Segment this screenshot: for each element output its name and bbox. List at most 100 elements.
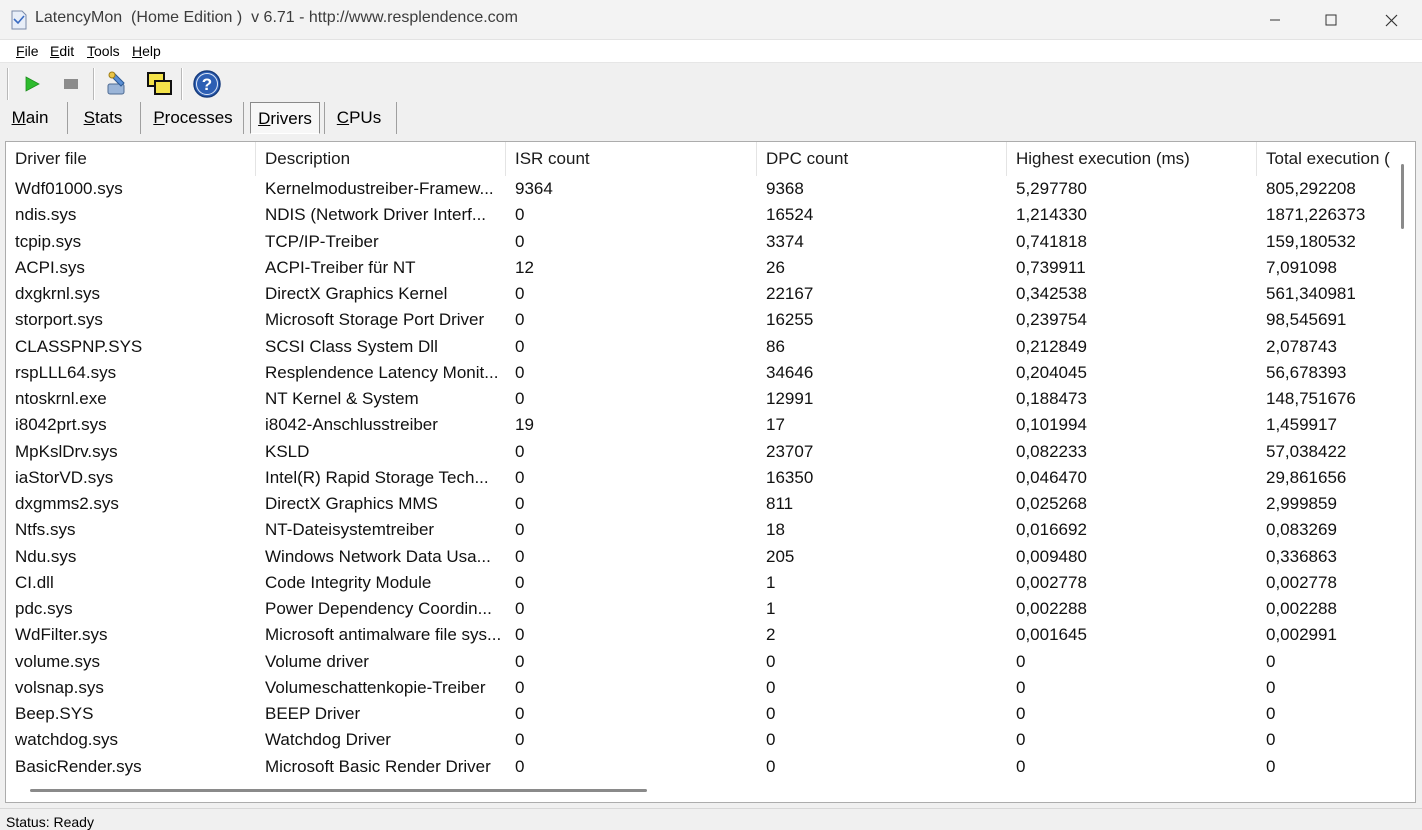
table-row[interactable]: volume.sys Volume driver 0 0 0 0 <box>6 649 1393 675</box>
table-cell: 0 <box>515 494 525 513</box>
tab-main[interactable]: Main <box>2 102 58 134</box>
menu-edit[interactable]: Edit <box>50 43 74 59</box>
table-cell: ACPI-Treiber für NT <box>265 257 416 277</box>
table-cell: 2 <box>766 625 776 645</box>
table-cell: 18 <box>766 520 785 540</box>
column-header-total-execution[interactable]: Total execution ( <box>1257 142 1393 176</box>
drivers-table: Driver file Description ISR count DPC co… <box>6 142 1393 778</box>
table-cell: watchdog.sys <box>15 730 118 750</box>
table-row[interactable]: rspLLL64.sys Resplendence Latency Monit..… <box>6 360 1393 386</box>
table-cell: 5,297780 <box>1016 179 1087 198</box>
table-cell: 0 <box>515 389 525 408</box>
menu-tools[interactable]: Tools <box>87 43 120 59</box>
toolbar-separator <box>93 68 95 100</box>
table-cell: 0,741818 <box>1016 231 1087 251</box>
table-cell: 2,078743 <box>1266 336 1337 356</box>
tab-cpus[interactable]: CPUs <box>330 102 388 134</box>
table-row[interactable]: storport.sys Microsoft Storage Port Drive… <box>6 307 1393 333</box>
start-button[interactable] <box>16 68 48 100</box>
close-button[interactable] <box>1362 0 1420 40</box>
table-row[interactable]: dxgmms2.sys DirectX Graphics MMS 0 811 0,025… <box>6 491 1393 517</box>
tab-processes[interactable]: Processes <box>146 102 240 134</box>
table-row[interactable]: ntoskrnl.exe NT Kernel & System 0 12991 0,18… <box>6 386 1393 412</box>
table-row[interactable]: Ndu.sys Windows Network Data Usa... 0 205 0,… <box>6 544 1393 570</box>
table-row[interactable]: WdFilter.sys Microsoft antimalware file s… <box>6 622 1393 648</box>
tab-main-accel: M <box>11 108 26 127</box>
minimize-button[interactable] <box>1246 0 1304 40</box>
table-cell: 0,212849 <box>1016 336 1087 356</box>
table-cell: 0,025268 <box>1016 494 1087 513</box>
table-row[interactable]: Wdf01000.sys Kernelmodustreiber-Framew...… <box>6 176 1393 202</box>
table-cell: 1,214330 <box>1016 205 1087 225</box>
column-header-driver-file[interactable]: Driver file <box>6 142 256 176</box>
table-row[interactable]: tcpip.sys TCP/IP-Treiber 0 3374 0,741818 159,… <box>6 229 1393 255</box>
help-button[interactable]: ? <box>191 68 223 100</box>
table-row[interactable]: pdc.sys Power Dependency Coordin... 0 1 0,00… <box>6 596 1393 622</box>
probe-button[interactable] <box>102 68 134 100</box>
table-row[interactable]: dxgkrnl.sys DirectX Graphics Kernel 0 22167… <box>6 281 1393 307</box>
table-cell: MpKslDrv.sys <box>15 441 118 461</box>
table-cell: 0 <box>515 284 525 303</box>
tab-stats-accel: S <box>83 108 95 127</box>
table-row[interactable]: BasicRender.sys Microsoft Basic Render Dr… <box>6 754 1393 779</box>
table-cell: 57,038422 <box>1266 441 1347 461</box>
tab-processes-accel: P <box>153 108 165 127</box>
maximize-button[interactable] <box>1302 0 1360 40</box>
stop-button[interactable] <box>55 68 87 100</box>
table-cell: 0,046470 <box>1016 467 1087 487</box>
table-cell: 98,545691 <box>1266 310 1347 330</box>
table-cell: 0,336863 <box>1266 546 1337 566</box>
table-row[interactable]: iaStorVD.sys Intel(R) Rapid Storage Tech.… <box>6 465 1393 491</box>
table-cell: Microsoft antimalware file sys... <box>265 625 502 645</box>
status-bar: Status: Ready <box>0 808 1422 830</box>
tab-main-label: ain <box>25 108 49 127</box>
horizontal-scroll-thumb[interactable] <box>30 789 647 792</box>
menu-file[interactable]: File <box>16 43 39 59</box>
maximize-icon <box>1325 14 1337 26</box>
table-cell: 0 <box>766 677 776 697</box>
table-row[interactable]: ndis.sys NDIS (Network Driver Interf... 0 1… <box>6 202 1393 228</box>
table-cell: pdc.sys <box>15 599 73 618</box>
vertical-scroll-thumb[interactable] <box>1401 164 1404 229</box>
tab-stats[interactable]: Stats <box>73 102 133 134</box>
table-cell: Power Dependency Coordin... <box>265 599 492 618</box>
table-cell: 0 <box>515 336 525 356</box>
table-row[interactable]: MpKslDrv.sys KSLD 0 23707 0,082233 57,038422 <box>6 439 1393 465</box>
table-cell: 22167 <box>766 284 814 303</box>
table-cell: Kernelmodustreiber-Framew... <box>265 179 494 198</box>
table-row[interactable]: Beep.SYS BEEP Driver 0 0 0 0 <box>6 701 1393 727</box>
table-row[interactable]: Ntfs.sys NT-Dateisystemtreiber 0 18 0,016692… <box>6 517 1393 543</box>
windows-button[interactable] <box>143 68 175 100</box>
table-cell: 0,188473 <box>1016 389 1087 408</box>
table-cell: volsnap.sys <box>15 677 104 697</box>
column-header-description[interactable]: Description <box>256 142 506 176</box>
table-row[interactable]: ACPI.sys ACPI-Treiber für NT 12 26 0,739911 7… <box>6 255 1393 281</box>
tab-drivers[interactable]: Drivers <box>250 102 320 134</box>
table-row[interactable]: volsnap.sys Volumeschattenkopie-Treiber 0 0… <box>6 675 1393 701</box>
vertical-scrollbar[interactable] <box>1394 142 1415 778</box>
column-header-dpc-count[interactable]: DPC count <box>757 142 1007 176</box>
table-cell: CLASSPNP.SYS <box>15 336 143 356</box>
table-cell: Watchdog Driver <box>265 730 391 750</box>
column-header-highest-execution[interactable]: Highest execution (ms) <box>1007 142 1257 176</box>
column-header-isr-count[interactable]: ISR count <box>506 142 757 176</box>
tab-separator <box>396 102 397 134</box>
menu-help-accel: H <box>132 43 143 59</box>
table-cell: 9368 <box>766 179 804 198</box>
drivers-list-view[interactable]: Driver file Description ISR count DPC co… <box>5 141 1416 803</box>
table-cell: 148,751676 <box>1266 389 1356 408</box>
table-cell: 0 <box>1016 651 1026 671</box>
table-cell: 0 <box>515 467 525 487</box>
tab-separator <box>140 102 141 134</box>
menu-help[interactable]: Help <box>132 43 161 59</box>
tab-stats-label: tats <box>94 108 123 127</box>
table-row[interactable]: i8042prt.sys i8042-Anschlusstreiber 19 17 0,… <box>6 412 1393 438</box>
table-row[interactable]: watchdog.sys Watchdog Driver 0 0 0 0 <box>6 727 1393 753</box>
table-cell: BEEP Driver <box>265 704 361 723</box>
table-row[interactable]: CI.dll Code Integrity Module 0 1 0,002778 0,0… <box>6 570 1393 596</box>
table-cell: 0 <box>1266 677 1276 697</box>
table-row[interactable]: CLASSPNP.SYS SCSI Class System Dll 0 86 0,21… <box>6 334 1393 360</box>
horizontal-scrollbar[interactable] <box>6 778 1394 802</box>
table-cell: 1871,226373 <box>1266 205 1366 225</box>
table-cell: 0 <box>1266 756 1276 776</box>
